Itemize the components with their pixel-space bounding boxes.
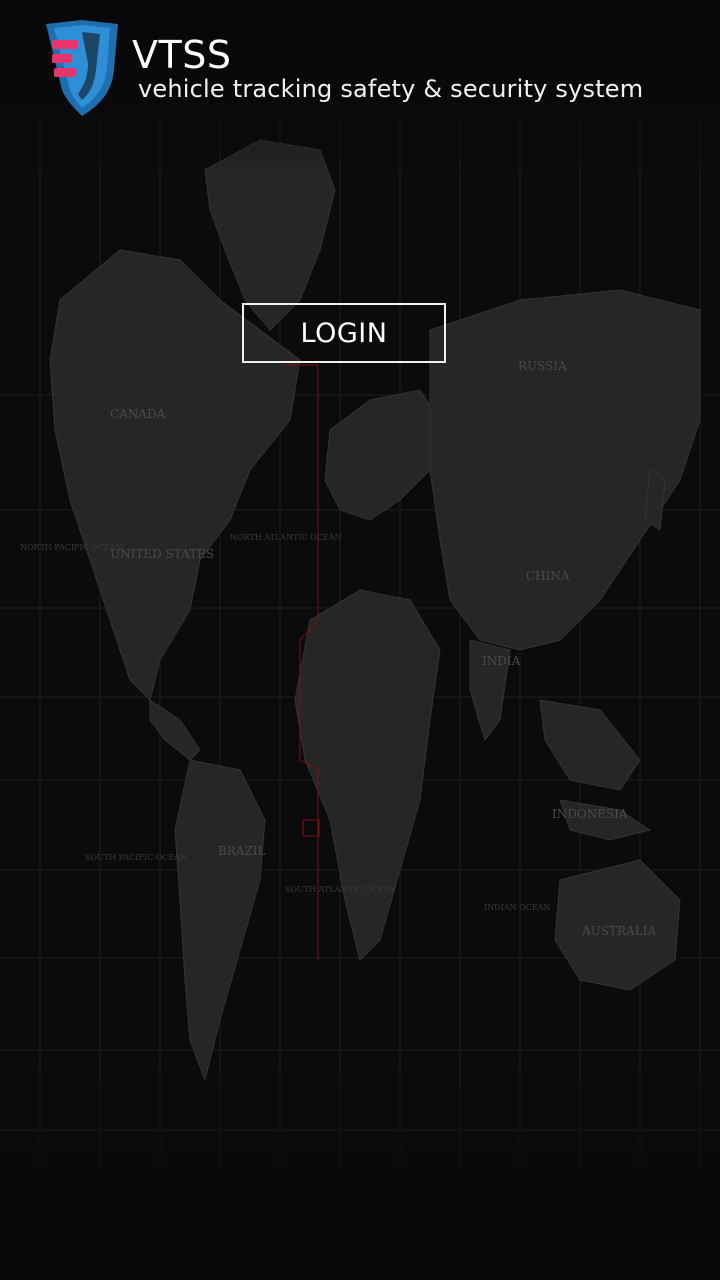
map-label-united-states: UNITED STATES [110,547,214,561]
app-title: VTSS [132,33,232,77]
map-label-china: CHINA [526,569,570,583]
map-label-brazil: BRAZIL [218,844,266,858]
map-label-north-atlantic: NORTH ATLANTIC OCEAN [230,533,342,542]
login-screen: CANADA RUSSIA UNITED STATES CHINA BRAZIL… [0,0,720,1280]
world-map-background: CANADA RUSSIA UNITED STATES CHINA BRAZIL… [0,0,720,1280]
map-label-canada: CANADA [110,407,166,421]
map-label-south-atlantic: SOUTH ATLANTIC OCEAN [285,885,396,894]
map-label-indonesia: INDONESIA [552,807,628,821]
vtss-shield-logo-icon [46,20,118,116]
map-label-north-pacific: NORTH PACIFIC OCEAN [20,543,123,552]
map-label-australia: AUSTRALIA [581,924,656,938]
app-subtitle: vehicle tracking safety & security syste… [138,75,644,103]
login-button[interactable]: LOGIN [242,303,446,363]
map-label-south-pacific: SOUTH PACIFIC OCEAN [85,853,187,862]
app-header: VTSS vehicle tracking safety & security … [0,0,720,120]
map-label-indian-ocean: INDIAN OCEAN [484,903,550,912]
map-label-india: INDIA [482,654,521,668]
map-label-russia: RUSSIA [518,359,567,373]
